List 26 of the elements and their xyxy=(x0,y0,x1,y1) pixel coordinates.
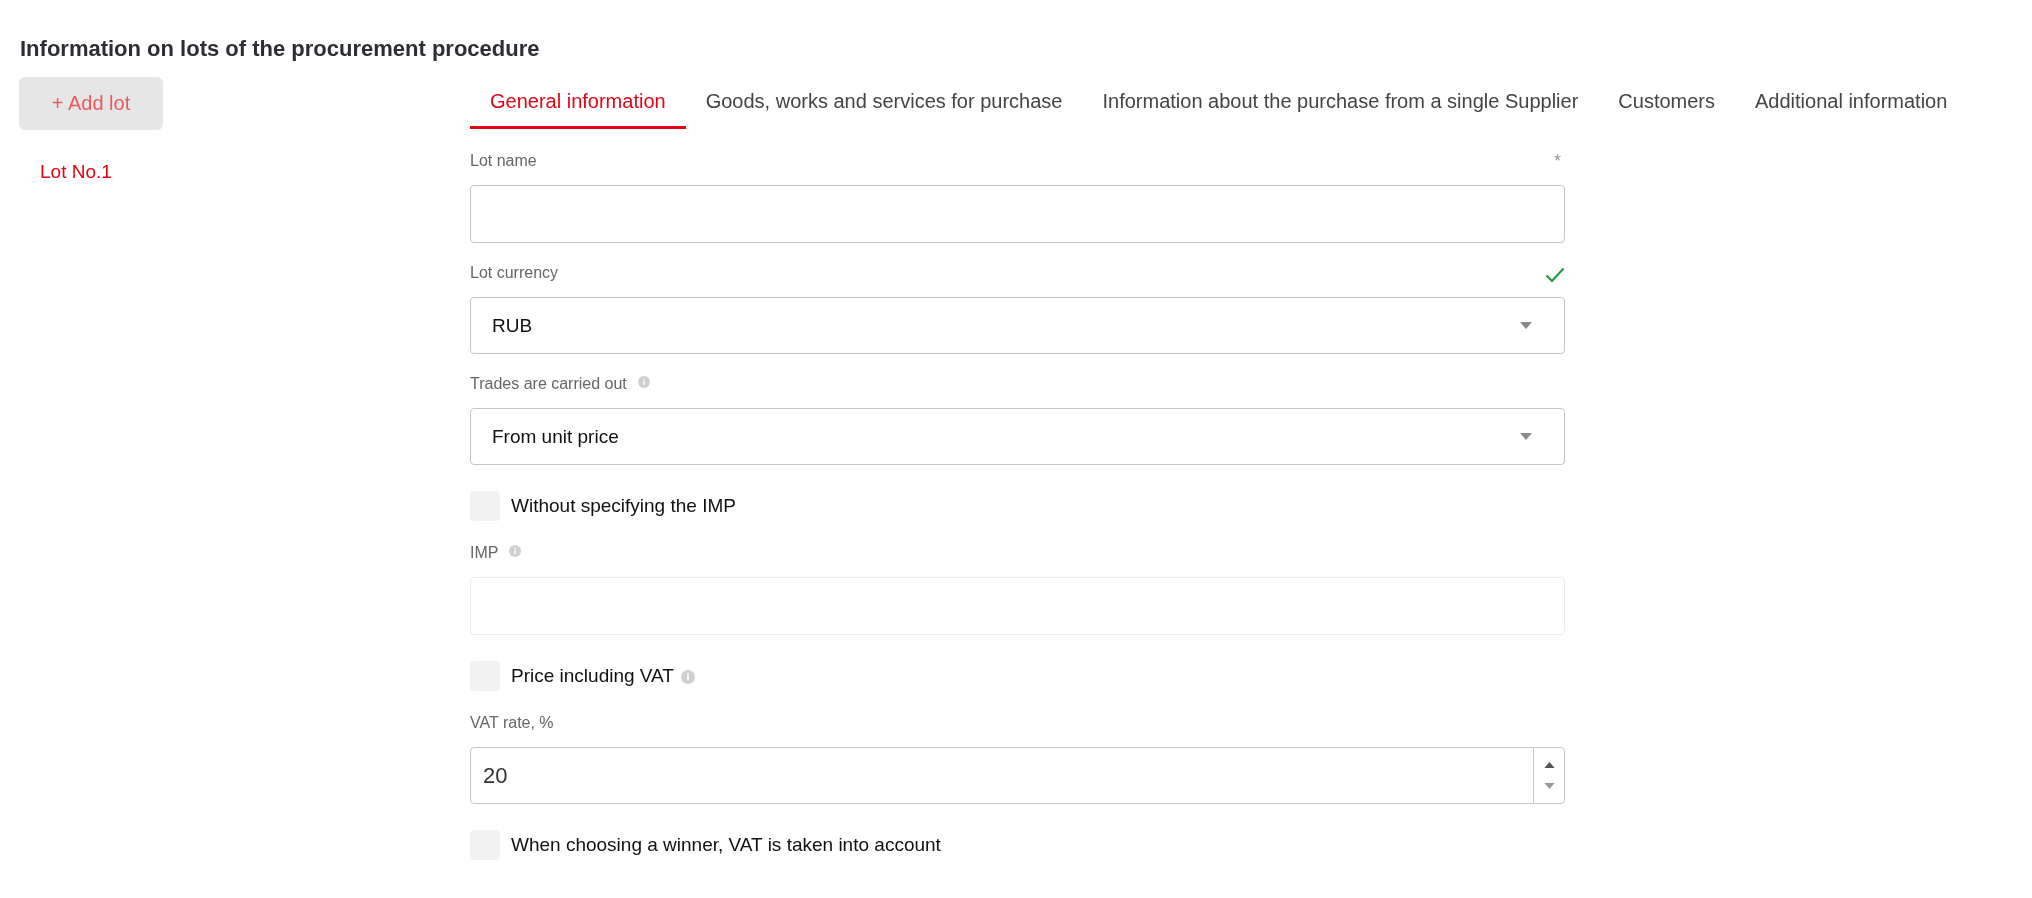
field-label: Trades are carried out xyxy=(470,375,627,393)
field-label: Lot name xyxy=(470,152,537,170)
field-label: VAT rate, % xyxy=(470,714,554,732)
lot-item[interactable]: Lot No.1 xyxy=(40,160,112,184)
caret-icon xyxy=(1520,433,1532,440)
decrement-icon[interactable] xyxy=(1543,783,1555,790)
info-icon[interactable] xyxy=(637,375,650,388)
section-title: Information on lots of the procurement procedure xyxy=(20,35,541,63)
required-mark: * xyxy=(1554,150,1561,173)
dropdown[interactable]: RUB xyxy=(470,297,1565,354)
number-input[interactable]: 20 xyxy=(470,747,1565,804)
field-label: IMP xyxy=(470,544,499,562)
tab[interactable]: Information about the purchase from a single Supplier xyxy=(1082,77,1599,129)
field-label: Lot currency xyxy=(470,264,559,282)
tab[interactable]: General information xyxy=(470,77,686,129)
tab[interactable]: Customers xyxy=(1598,77,1736,129)
checkbox-label[interactable]: Price including VAT xyxy=(511,664,674,688)
checkbox-label[interactable]: Without specifying the IMP xyxy=(511,494,736,518)
increment-icon[interactable] xyxy=(1543,761,1555,768)
tab[interactable]: Goods, works and services for purchase xyxy=(685,77,1083,129)
text-input[interactable] xyxy=(470,185,1565,243)
tab[interactable]: Additional information xyxy=(1735,77,1968,129)
checkbox-label[interactable]: When choosing a winner, VAT is taken into account xyxy=(511,833,941,857)
dropdown[interactable]: From unit price xyxy=(470,408,1565,465)
info-icon[interactable] xyxy=(681,670,695,684)
caret-icon xyxy=(1520,322,1532,329)
